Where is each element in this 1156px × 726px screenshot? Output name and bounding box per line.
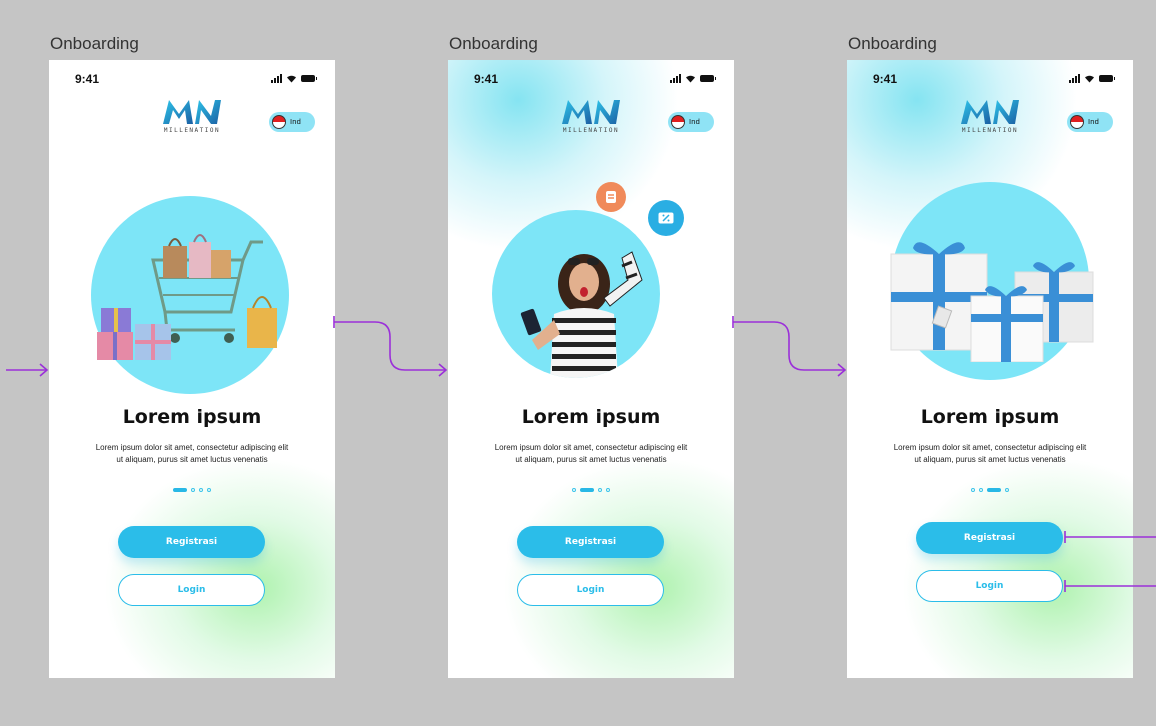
logo-subtitle: MILLENATION	[163, 127, 221, 134]
description-line-2: ut aliquam, purus sit amet luctus venena…	[515, 455, 667, 464]
language-toggle[interactable]: Ind	[269, 112, 315, 132]
page-dot-active[interactable]	[173, 488, 187, 492]
app-logo: MILLENATION	[558, 98, 624, 134]
description-line-1: Lorem ipsum dolor sit amet, consectetur …	[95, 443, 289, 452]
language-code: Ind	[290, 118, 301, 126]
page-dot[interactable]	[199, 488, 203, 492]
battery-icon	[700, 75, 716, 82]
onboarding-description: Lorem ipsum dolor sit amet, consectetur …	[61, 442, 323, 466]
register-button[interactable]: Registrasi	[118, 526, 265, 558]
shopping-cart-illustration	[97, 234, 277, 360]
page-indicator	[49, 488, 335, 492]
arrowhead-icon	[39, 363, 49, 377]
page-dot[interactable]	[979, 488, 983, 492]
document-badge-icon	[596, 182, 626, 212]
page-dot[interactable]	[971, 488, 975, 492]
page-dot[interactable]	[191, 488, 195, 492]
app-logo: MILLENATION	[957, 98, 1023, 134]
register-button[interactable]: Registrasi	[916, 522, 1063, 554]
wifi-icon	[287, 75, 296, 83]
status-icons	[271, 74, 317, 83]
logo-mark	[961, 100, 1019, 124]
description-line-2: ut aliquam, purus sit amet luctus venena…	[914, 455, 1066, 464]
description-line-1: Lorem ipsum dolor sit amet, consectetur …	[494, 443, 688, 452]
language-code: Ind	[1088, 118, 1099, 126]
onboarding-title: Lorem ipsum	[122, 406, 262, 428]
prototype-connector	[732, 316, 845, 371]
status-time: 9:41	[474, 72, 499, 86]
signal-icon	[670, 74, 681, 83]
voucher-badge-icon	[648, 200, 684, 236]
flag-icon	[1070, 115, 1084, 129]
onboarding-title: Lorem ipsum	[920, 406, 1060, 428]
onboarding-description: Lorem ipsum dolor sit amet, consectetur …	[460, 442, 722, 466]
login-button[interactable]: Login	[517, 574, 664, 606]
login-button[interactable]: Login	[916, 570, 1063, 602]
status-icons	[1069, 74, 1115, 83]
status-icons	[670, 74, 716, 83]
language-toggle[interactable]: Ind	[668, 112, 714, 132]
app-logo: MILLENATION	[159, 98, 225, 134]
wifi-icon	[686, 75, 695, 83]
page-dot[interactable]	[1005, 488, 1009, 492]
frame-label: Onboarding	[50, 34, 139, 53]
frame-label: Onboarding	[449, 34, 538, 53]
page-dot[interactable]	[598, 488, 602, 492]
onboarding-description: Lorem ipsum dolor sit amet, consectetur …	[859, 442, 1121, 466]
page-dot[interactable]	[572, 488, 576, 492]
hero-circle	[492, 210, 660, 378]
register-button[interactable]: Registrasi	[517, 526, 664, 558]
page-indicator	[847, 488, 1133, 492]
logo-mark	[163, 100, 221, 124]
page-dot-active[interactable]	[987, 488, 1001, 492]
signal-icon	[1069, 74, 1080, 83]
battery-icon	[301, 75, 317, 82]
status-time: 9:41	[873, 72, 898, 86]
description-line-2: ut aliquam, purus sit amet luctus venena…	[116, 455, 268, 464]
login-button[interactable]: Login	[118, 574, 265, 606]
flag-icon	[272, 115, 286, 129]
description-line-1: Lorem ipsum dolor sit amet, consectetur …	[893, 443, 1087, 452]
page-dot[interactable]	[207, 488, 211, 492]
battery-icon	[1099, 75, 1115, 82]
woman-with-phone-illustration	[520, 251, 643, 378]
arrowhead-icon	[438, 363, 448, 377]
logo-mark	[562, 100, 620, 124]
language-toggle[interactable]: Ind	[1067, 112, 1113, 132]
logo-subtitle: MILLENATION	[562, 127, 620, 134]
logo-subtitle: MILLENATION	[961, 127, 1019, 134]
signal-icon	[271, 74, 282, 83]
onboarding-title: Lorem ipsum	[521, 406, 661, 428]
page-dot-active[interactable]	[580, 488, 594, 492]
page-dot[interactable]	[606, 488, 610, 492]
arrowhead-icon	[837, 363, 847, 377]
onboarding-screen-1: 9:41 MILLENATION Ind Lorem ipsum Lorem i…	[49, 60, 335, 678]
onboarding-screen-3: 9:41 MILLENATION Ind Lorem ipsum Lorem i…	[847, 60, 1133, 678]
status-time: 9:41	[75, 72, 100, 86]
onboarding-screen-2: 9:41 MILLENATION Ind Lorem ipsum Lorem i…	[448, 60, 734, 678]
prototype-connector	[333, 316, 446, 371]
wifi-icon	[1085, 75, 1094, 83]
page-indicator	[448, 488, 734, 492]
frame-label: Onboarding	[848, 34, 937, 53]
language-code: Ind	[689, 118, 700, 126]
flag-icon	[671, 115, 685, 129]
gift-boxes-illustration	[890, 242, 1094, 362]
